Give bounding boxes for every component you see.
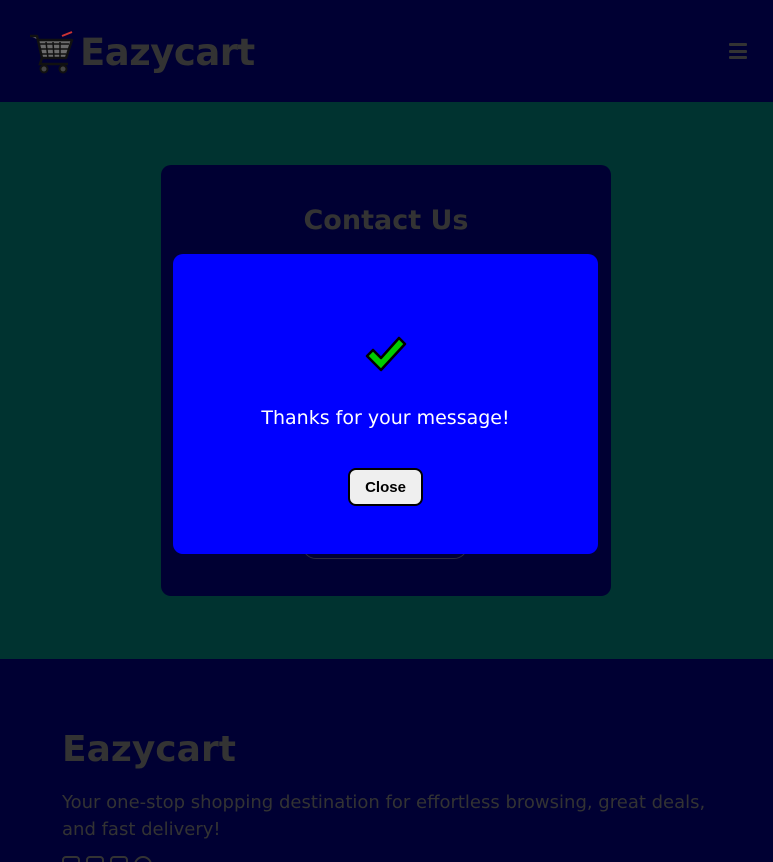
shopping-cart-icon (30, 31, 74, 74)
brand-name: Eazycart (80, 30, 255, 74)
check-mark-icon (365, 336, 407, 372)
footer-brand: Eazycart (62, 729, 236, 770)
footer-tagline: Your one-stop shopping destination for e… (62, 792, 706, 840)
twitter-icon[interactable] (86, 856, 104, 862)
success-modal: Thanks for your message! Close (173, 254, 598, 554)
hamburger-menu-icon[interactable] (729, 43, 747, 59)
site-header: Eazycart (0, 0, 773, 102)
modal-message: Thanks for your message! (261, 407, 510, 429)
page: Eazycart Contact Us Thanks for your mess… (0, 0, 773, 862)
close-button[interactable]: Close (348, 468, 423, 506)
logo[interactable]: Eazycart (28, 30, 255, 74)
instagram-icon[interactable] (62, 856, 80, 862)
youtube-icon[interactable] (110, 856, 128, 862)
contact-title: Contact Us (303, 205, 469, 236)
site-footer: Eazycart Your one-stop shopping destinat… (0, 659, 773, 862)
pinterest-icon[interactable] (134, 856, 152, 862)
social-links (62, 856, 152, 862)
